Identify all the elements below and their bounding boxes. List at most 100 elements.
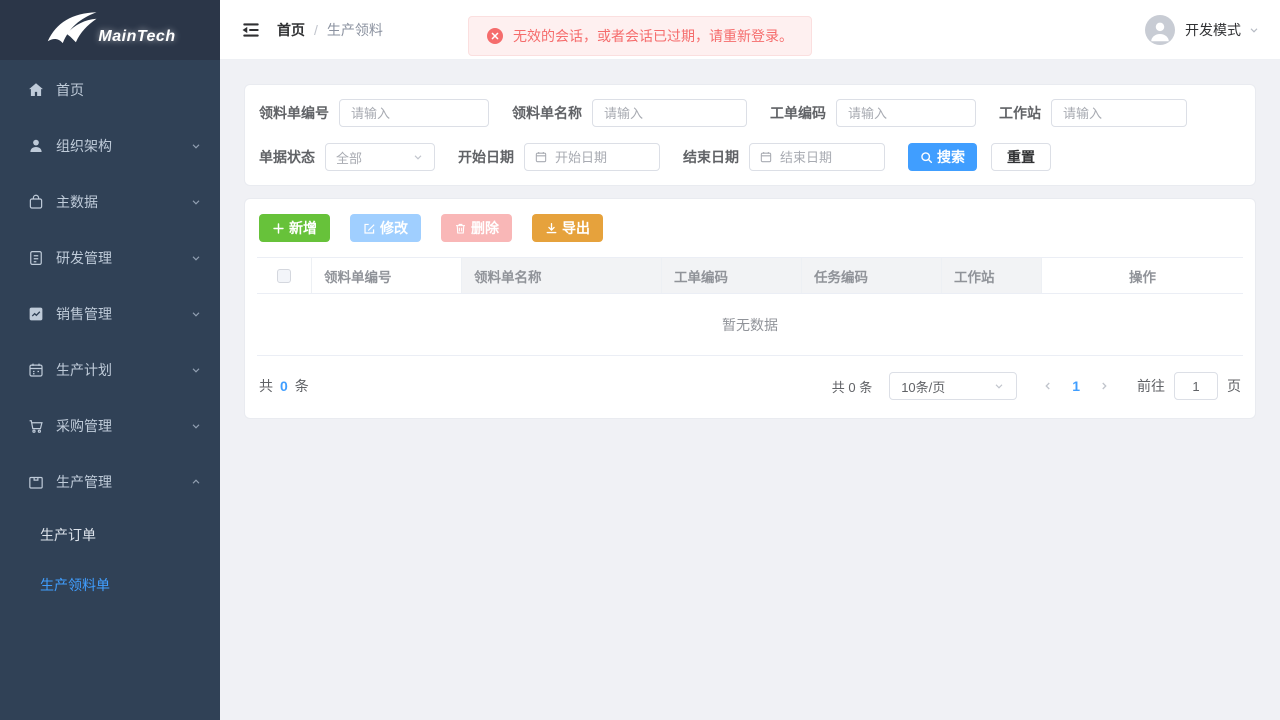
filter-label: 单据状态 — [259, 147, 315, 167]
picking-name-input[interactable] — [592, 99, 747, 127]
table-header-checkbox-cell — [257, 258, 312, 293]
home-icon — [27, 81, 45, 99]
logo-text: MainTech — [98, 28, 175, 46]
chevron-up-icon — [190, 476, 202, 488]
workstation-input[interactable] — [1051, 99, 1187, 127]
table-header-picking-name: 领料单名称 — [462, 258, 662, 293]
logo-swoosh-icon — [44, 8, 104, 52]
workorder-code-input[interactable] — [836, 99, 976, 127]
search-button-label: 搜索 — [937, 147, 965, 167]
filter-label: 结束日期 — [683, 147, 739, 167]
sidebar-item-sales[interactable]: 销售管理 — [0, 286, 220, 342]
chevron-down-icon — [190, 308, 202, 320]
sidebar-item-organization[interactable]: 组织架构 — [0, 118, 220, 174]
status-select-value: 全部 — [336, 148, 362, 167]
delete-button[interactable]: 删除 — [441, 214, 512, 242]
filter-picking-name: 领料单名称 — [512, 99, 747, 127]
delete-icon — [454, 222, 467, 235]
total-number: 0 — [280, 378, 288, 394]
production-icon — [27, 473, 45, 491]
select-all-checkbox[interactable] — [277, 269, 291, 283]
edit-icon — [363, 222, 376, 235]
edit-button[interactable]: 修改 — [350, 214, 421, 242]
end-date-input[interactable] — [780, 150, 875, 165]
logo: MainTech — [0, 0, 220, 60]
table-header-workstation: 工作站 — [942, 258, 1042, 293]
breadcrumb-home[interactable]: 首页 — [277, 20, 305, 40]
sidebar-subitem-production-picking[interactable]: 生产领料单 — [0, 560, 220, 610]
sidebar-item-production[interactable]: 生产管理 — [0, 454, 220, 510]
filter-row-2: 单据状态 全部 开始日期 — [259, 143, 1241, 171]
sidebar-item-purchase[interactable]: 采购管理 — [0, 398, 220, 454]
add-button-label: 新增 — [289, 218, 317, 238]
page-size-value: 10条/页 — [901, 377, 945, 396]
user-name: 开发模式 — [1185, 20, 1241, 40]
sidebar-item-home[interactable]: 首页 — [0, 62, 220, 118]
prev-page-button[interactable] — [1037, 375, 1059, 397]
table-card: 新增 修改 删除 — [244, 198, 1256, 419]
sidebar-menu: 首页 组织架构 主数据 研发管理 — [0, 60, 220, 720]
search-button[interactable]: 搜索 — [908, 143, 977, 171]
status-select[interactable]: 全部 — [325, 143, 435, 171]
pagination-total: 共 0 条 — [832, 377, 872, 396]
sidebar-item-rnd[interactable]: 研发管理 — [0, 230, 220, 286]
page-unit-label: 页 — [1227, 376, 1241, 396]
sidebar-subitem-production-order[interactable]: 生产订单 — [0, 510, 220, 560]
total-prefix: 共 — [259, 376, 273, 396]
sidebar-item-label: 生产计划 — [56, 360, 112, 380]
master-data-icon — [27, 193, 45, 211]
add-button[interactable]: 新增 — [259, 214, 330, 242]
filter-status: 单据状态 全部 — [259, 143, 435, 171]
page-number-1[interactable]: 1 — [1072, 378, 1080, 394]
chevron-down-icon — [1248, 24, 1260, 36]
user-menu[interactable]: 开发模式 — [1145, 15, 1260, 45]
page-size-select[interactable]: 10条/页 — [889, 372, 1017, 400]
start-date-input[interactable] — [555, 150, 650, 165]
sidebar-item-production-plan[interactable]: 生产计划 — [0, 342, 220, 398]
sidebar-item-label: 销售管理 — [56, 304, 112, 324]
sidebar-item-label: 采购管理 — [56, 416, 112, 436]
filter-card: 领料单编号 领料单名称 工单编码 工作站 — [244, 84, 1256, 186]
goto-page: 前往 页 — [1137, 372, 1241, 400]
avatar — [1145, 15, 1175, 45]
filter-start-date: 开始日期 — [458, 143, 660, 171]
error-icon — [487, 28, 503, 44]
start-date-picker[interactable] — [524, 143, 660, 171]
filter-workorder-code: 工单编码 — [770, 99, 976, 127]
sidebar-subitem-label: 生产订单 — [40, 525, 96, 545]
table-header-row: 领料单编号 领料单名称 工单编码 任务编码 工作站 操作 — [257, 258, 1243, 294]
reset-button[interactable]: 重置 — [991, 143, 1051, 171]
picking-no-input[interactable] — [339, 99, 489, 127]
sidebar-subitem-label: 生产领料单 — [40, 575, 110, 595]
table-header-task-code: 任务编码 — [802, 258, 942, 293]
sidebar-item-master-data[interactable]: 主数据 — [0, 174, 220, 230]
table-header-workorder-code: 工单编码 — [662, 258, 802, 293]
total-count: 共 0 条 — [259, 376, 309, 396]
plus-icon — [272, 222, 285, 235]
prev-icon — [1042, 380, 1054, 392]
reset-button-label: 重置 — [1007, 147, 1035, 167]
plan-icon — [27, 361, 45, 379]
filter-label: 领料单名称 — [512, 103, 582, 123]
main-area: 首页 / 生产领料 开发模式 无效的会话，或者会话已 — [220, 0, 1280, 720]
chevron-down-icon — [190, 364, 202, 376]
sidebar-item-label: 组织架构 — [56, 136, 112, 156]
sidebar-item-label: 首页 — [56, 80, 84, 100]
export-button[interactable]: 导出 — [532, 214, 603, 242]
goto-page-input[interactable] — [1174, 372, 1218, 400]
table-footer: 共 0 条 共 0 条 10条/页 1 — [257, 366, 1243, 406]
breadcrumb-current: 生产领料 — [327, 20, 383, 40]
content: 领料单编号 领料单名称 工单编码 工作站 — [220, 60, 1280, 443]
delete-button-label: 删除 — [471, 218, 499, 238]
edit-button-label: 修改 — [380, 218, 408, 238]
chevron-down-icon — [190, 420, 202, 432]
next-page-button[interactable] — [1093, 375, 1115, 397]
sidebar-item-label: 生产管理 — [56, 472, 112, 492]
filter-label: 工作站 — [999, 103, 1041, 123]
filter-row-1: 领料单编号 领料单名称 工单编码 工作站 — [259, 99, 1241, 127]
error-toast: 无效的会话，或者会话已过期，请重新登录。 — [468, 16, 812, 56]
end-date-picker[interactable] — [749, 143, 885, 171]
breadcrumb-separator: / — [314, 22, 318, 38]
toolbar: 新增 修改 删除 — [259, 214, 1241, 242]
menu-fold-icon[interactable] — [240, 19, 262, 41]
